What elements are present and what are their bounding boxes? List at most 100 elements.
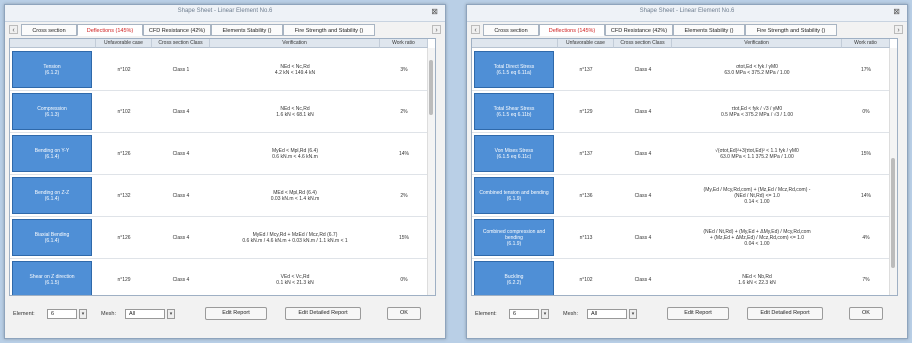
unfavorable-case-cell: n°129 xyxy=(117,276,131,283)
check-name-cell: Biaxial Bending (6.1.4) xyxy=(12,219,92,256)
edit-report-button[interactable]: Edit Report xyxy=(205,307,267,320)
grid-corner-header xyxy=(10,39,96,48)
unfavorable-case-cell: n°102 xyxy=(117,108,131,115)
tab-4[interactable]: Fire Strength and Stability () xyxy=(745,24,837,36)
tab-3[interactable]: Elements Stability () xyxy=(673,24,745,36)
work-ratio-cell: 14% xyxy=(398,150,409,157)
window-title: Shape Sheet - Linear Element No.6 xyxy=(177,8,273,14)
vertical-scrollbar[interactable] xyxy=(889,48,897,295)
mesh-dropdown-icon[interactable]: ▾ xyxy=(167,309,175,319)
vertical-scrollbar[interactable] xyxy=(427,48,435,295)
scrollbar-thumb[interactable] xyxy=(429,60,433,115)
work-ratio-cell: 17% xyxy=(860,66,871,73)
mesh-dropdown-icon[interactable]: ▾ xyxy=(629,309,637,319)
section-class-cell: Class 4 xyxy=(172,108,190,115)
tab-scroll-right-icon[interactable]: › xyxy=(894,25,903,34)
unfavorable-case-cell: n°113 xyxy=(579,234,593,241)
tab-row: ‹ Cross section Deflections (145%) CFD Res… xyxy=(9,24,441,36)
tab-0[interactable]: Cross section xyxy=(483,24,539,36)
section-class-cell: Class 4 xyxy=(634,108,652,115)
table-row[interactable]: Total Shear Stress (6.1.5 eq 6.11b) n°129… xyxy=(472,91,890,133)
table-row[interactable]: Shear on Z direction (6.1.5) n°129 Class 4… xyxy=(10,259,428,295)
section-class-cell: Class 4 xyxy=(172,276,190,283)
table-row[interactable]: Von Mises Stress (6.1.5 eq 6.11c) n°137 Cl… xyxy=(472,133,890,175)
mesh-select[interactable]: All xyxy=(125,309,165,319)
close-icon[interactable]: ⊠ xyxy=(893,7,900,16)
element-dropdown-icon[interactable]: ▾ xyxy=(541,309,549,319)
element-select[interactable]: 6 xyxy=(509,309,539,319)
table-row[interactable]: Compression (6.1.3) n°102 Class 4 NEd < Nc,… xyxy=(10,91,428,133)
column-header-3: Work ratio xyxy=(380,39,428,48)
check-name-cell: Total Shear Stress (6.1.5 eq 6.11b) xyxy=(474,93,554,130)
element-label: Element: xyxy=(475,311,497,317)
check-name-cell: Bending on Z-Z (6.1.4) xyxy=(12,177,92,214)
work-ratio-cell: 4% xyxy=(862,234,870,241)
section-class-cell: Class 4 xyxy=(634,192,652,199)
verification-cell: (My,Ed / Mcy,Rd,com) + (Mz,Ed / Mcz,Rd,c… xyxy=(703,186,811,205)
table-row[interactable]: Bending on Y-Y (6.1.4) n°126 Class 4 MyEd <… xyxy=(10,133,428,175)
column-header-2: Verification xyxy=(210,39,380,48)
check-name-cell: Combined compression and bending (6.1.9) xyxy=(474,219,554,256)
tab-3[interactable]: Elements Stability () xyxy=(211,24,283,36)
column-header-1: Cross section Class xyxy=(614,39,672,48)
table-row[interactable]: Combined tension and bending (6.1.9) n°13… xyxy=(472,175,890,217)
work-ratio-cell: 14% xyxy=(860,192,871,199)
unfavorable-case-cell: n°137 xyxy=(579,66,593,73)
unfavorable-case-cell: n°129 xyxy=(579,108,593,115)
table-row[interactable]: Buckling (6.2.2) n°102 Class 4 NEd < Nb,Rd … xyxy=(472,259,890,295)
table-row[interactable]: Bending on Z-Z (6.1.4) n°132 Class 4 MEd < … xyxy=(10,175,428,217)
unfavorable-case-cell: n°126 xyxy=(117,150,131,157)
check-name-cell: Von Mises Stress (6.1.5 eq 6.11c) xyxy=(474,135,554,172)
column-header-2: Verification xyxy=(672,39,842,48)
ok-button[interactable]: OK xyxy=(387,307,421,320)
tabs: Cross section Deflections (145%) CFD Resis… xyxy=(21,24,429,36)
unfavorable-case-cell: n°136 xyxy=(579,192,593,199)
unfavorable-case-cell: n°102 xyxy=(117,66,131,73)
edit-detailed-report-button[interactable]: Edit Detailed Report xyxy=(747,307,823,320)
tab-0[interactable]: Cross section xyxy=(21,24,77,36)
table-row[interactable]: Combined compression and bending (6.1.9)… xyxy=(472,217,890,259)
element-select[interactable]: 6 xyxy=(47,309,77,319)
edit-detailed-report-button[interactable]: Edit Detailed Report xyxy=(285,307,361,320)
unfavorable-case-cell: n°132 xyxy=(117,192,131,199)
tab-scroll-right-icon[interactable]: › xyxy=(432,25,441,34)
mesh-label: Mesh: xyxy=(101,311,116,317)
work-ratio-cell: 2% xyxy=(400,192,408,199)
tabs: Cross section Deflections (145%) CFD Resis… xyxy=(483,24,891,36)
check-name-cell: Combined tension and bending (6.1.9) xyxy=(474,177,554,214)
tab-1[interactable]: Deflections (145%) xyxy=(77,24,143,36)
tab-2[interactable]: CFD Resistance (42%) xyxy=(143,24,211,36)
verification-cell: MEd < Mpl,Rd (6.4) 0.03 kN.m < 1.4 kN.m xyxy=(270,189,320,202)
element-dropdown-icon[interactable]: ▾ xyxy=(79,309,87,319)
tab-row: ‹ Cross section Deflections (145%) CFD Res… xyxy=(471,24,903,36)
section-class-cell: Class 4 xyxy=(172,234,190,241)
mesh-select[interactable]: All xyxy=(587,309,627,319)
verification-cell: √(σtot,Ed)²+3(τtot,Ed)² < 1.1 fyk / γM0 … xyxy=(715,147,799,160)
tab-4[interactable]: Fire Strength and Stability () xyxy=(283,24,375,36)
table-row[interactable]: Tension (6.1.2) n°102 Class 1 NEd < Nc,Rd 4… xyxy=(10,49,428,91)
unfavorable-case-cell: n°137 xyxy=(579,150,593,157)
table-row[interactable]: Biaxial Bending (6.1.4) n°126 Class 4 MyEd … xyxy=(10,217,428,259)
tab-2[interactable]: CFD Resistance (42%) xyxy=(605,24,673,36)
tab-1[interactable]: Deflections (145%) xyxy=(539,24,605,36)
verification-cell: σtot,Ed < fyk / γM0 63.0 MPa < 375.2 MPa… xyxy=(724,63,790,76)
section-class-cell: Class 4 xyxy=(172,150,190,157)
scrollbar-thumb[interactable] xyxy=(891,158,895,268)
work-ratio-cell: 0% xyxy=(862,108,870,115)
unfavorable-case-cell: n°126 xyxy=(117,234,131,241)
check-name-cell: Compression (6.1.3) xyxy=(12,93,92,130)
shape-sheet-window-left: Shape Sheet - Linear Element No.6 ⊠ ‹ Cr… xyxy=(4,4,446,339)
section-class-cell: Class 4 xyxy=(634,150,652,157)
verification-cell: VEd < Vc,Rd 0.1 kN < 21.3 kN xyxy=(276,273,314,286)
close-icon[interactable]: ⊠ xyxy=(431,7,438,16)
table-row[interactable]: Total Direct Stress (6.1.5 eq 6.11a) n°13… xyxy=(472,49,890,91)
verification-cell: (NEd / Nt,Rd) + (My,Ed + ΔMy,Ed) / Mcy,R… xyxy=(703,228,811,247)
ok-button[interactable]: OK xyxy=(849,307,883,320)
tab-scroll-left-icon[interactable]: ‹ xyxy=(9,25,18,34)
grid-corner-header xyxy=(472,39,558,48)
work-ratio-cell: 7% xyxy=(862,276,870,283)
title-bar: Shape Sheet - Linear Element No.6 ⊠ xyxy=(467,5,907,22)
tab-scroll-left-icon[interactable]: ‹ xyxy=(471,25,480,34)
verification-cell: NEd < Nc,Rd 1.6 kN < 68.1 kN xyxy=(276,105,314,118)
edit-report-button[interactable]: Edit Report xyxy=(667,307,729,320)
